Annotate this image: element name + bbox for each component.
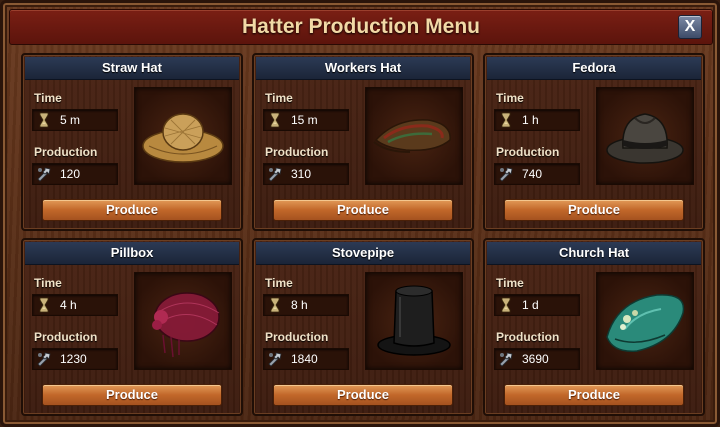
hat-image-frame [134,272,232,370]
produce-button[interactable]: Produce [504,384,684,406]
tools-icon [499,167,513,182]
hat-name: Pillbox [25,242,239,265]
hat-name: Fedora [487,57,701,80]
hat-image-frame [365,87,463,185]
church-hat-icon [606,294,685,352]
production-label: Production [496,145,560,159]
time-value: 5 m [60,113,81,127]
production-label: Production [34,330,98,344]
time-label: Time [34,91,62,105]
production-value-box: 120 [32,163,118,185]
produce-button[interactable]: Produce [273,384,453,406]
hourglass-icon [39,297,49,313]
hat-card-straw-hat: Straw Hat Time 5 m Production 120 Produc… [21,53,243,231]
hourglass-icon [501,112,511,128]
time-value: 15 m [291,113,318,127]
time-label: Time [265,276,293,290]
time-value-box: 4 h [32,294,118,316]
stovepipe-hat-icon [377,285,451,356]
fedora-icon [606,113,684,164]
close-button[interactable]: X [678,15,702,39]
title-bar: Hatter Production Menu X [9,9,713,45]
hat-name: Workers Hat [256,57,470,80]
straw-hat-icon [142,113,224,163]
produce-button[interactable]: Produce [504,199,684,221]
hat-name: Church Hat [487,242,701,265]
time-value-box: 5 m [32,109,118,131]
production-value-box: 740 [494,163,580,185]
time-value-box: 15 m [263,109,349,131]
tools-icon [37,352,51,367]
hat-card-stovepipe: Stovepipe Time 8 h Production 1840 Produ… [252,238,474,416]
production-value-box: 1840 [263,348,349,370]
production-value-box: 1230 [32,348,118,370]
production-value-box: 3690 [494,348,580,370]
production-value-box: 310 [263,163,349,185]
time-label: Time [34,276,62,290]
time-value: 4 h [60,298,77,312]
production-value: 310 [291,167,312,181]
hat-image-frame [596,272,694,370]
produce-button[interactable]: Produce [42,199,222,221]
production-label: Production [496,330,560,344]
workers-hat-icon [373,119,451,153]
hat-image-frame [596,87,694,185]
production-value: 3690 [522,352,549,366]
produce-button[interactable]: Produce [42,384,222,406]
time-value: 1 d [522,298,539,312]
hourglass-icon [39,112,49,128]
tools-icon [499,352,513,367]
hat-name: Straw Hat [25,57,239,80]
time-label: Time [496,91,524,105]
production-label: Production [265,145,329,159]
tools-icon [268,352,282,367]
time-value-box: 1 d [494,294,580,316]
hat-card-fedora: Fedora Time 1 h Production 740 Produce [483,53,705,231]
time-value-box: 8 h [263,294,349,316]
time-label: Time [265,91,293,105]
hat-name: Stovepipe [256,242,470,265]
hat-card-church-hat: Church Hat Time 1 d Production 3690 Prod… [483,238,705,416]
time-value: 8 h [291,298,308,312]
time-value-box: 1 h [494,109,580,131]
production-value: 1230 [60,352,87,366]
hat-image-frame [365,272,463,370]
production-value: 740 [522,167,543,181]
hat-card-workers-hat: Workers Hat Time 15 m Production 310 Pro… [252,53,474,231]
time-label: Time [496,276,524,290]
tools-icon [37,167,51,182]
production-value: 120 [60,167,81,181]
window-title: Hatter Production Menu [241,15,480,38]
time-value: 1 h [522,113,539,127]
pillbox-hat-icon [152,292,220,358]
hat-card-pillbox: Pillbox Time 4 h Production 1230 Produce [21,238,243,416]
production-value: 1840 [291,352,318,366]
produce-button[interactable]: Produce [273,199,453,221]
production-label: Production [265,330,329,344]
hourglass-icon [270,112,280,128]
hourglass-icon [270,297,280,313]
hourglass-icon [501,297,511,313]
tools-icon [268,167,282,182]
hatter-production-window: Hatter Production Menu X Straw Hat Time … [0,0,720,427]
hat-image-frame [134,87,232,185]
production-label: Production [34,145,98,159]
